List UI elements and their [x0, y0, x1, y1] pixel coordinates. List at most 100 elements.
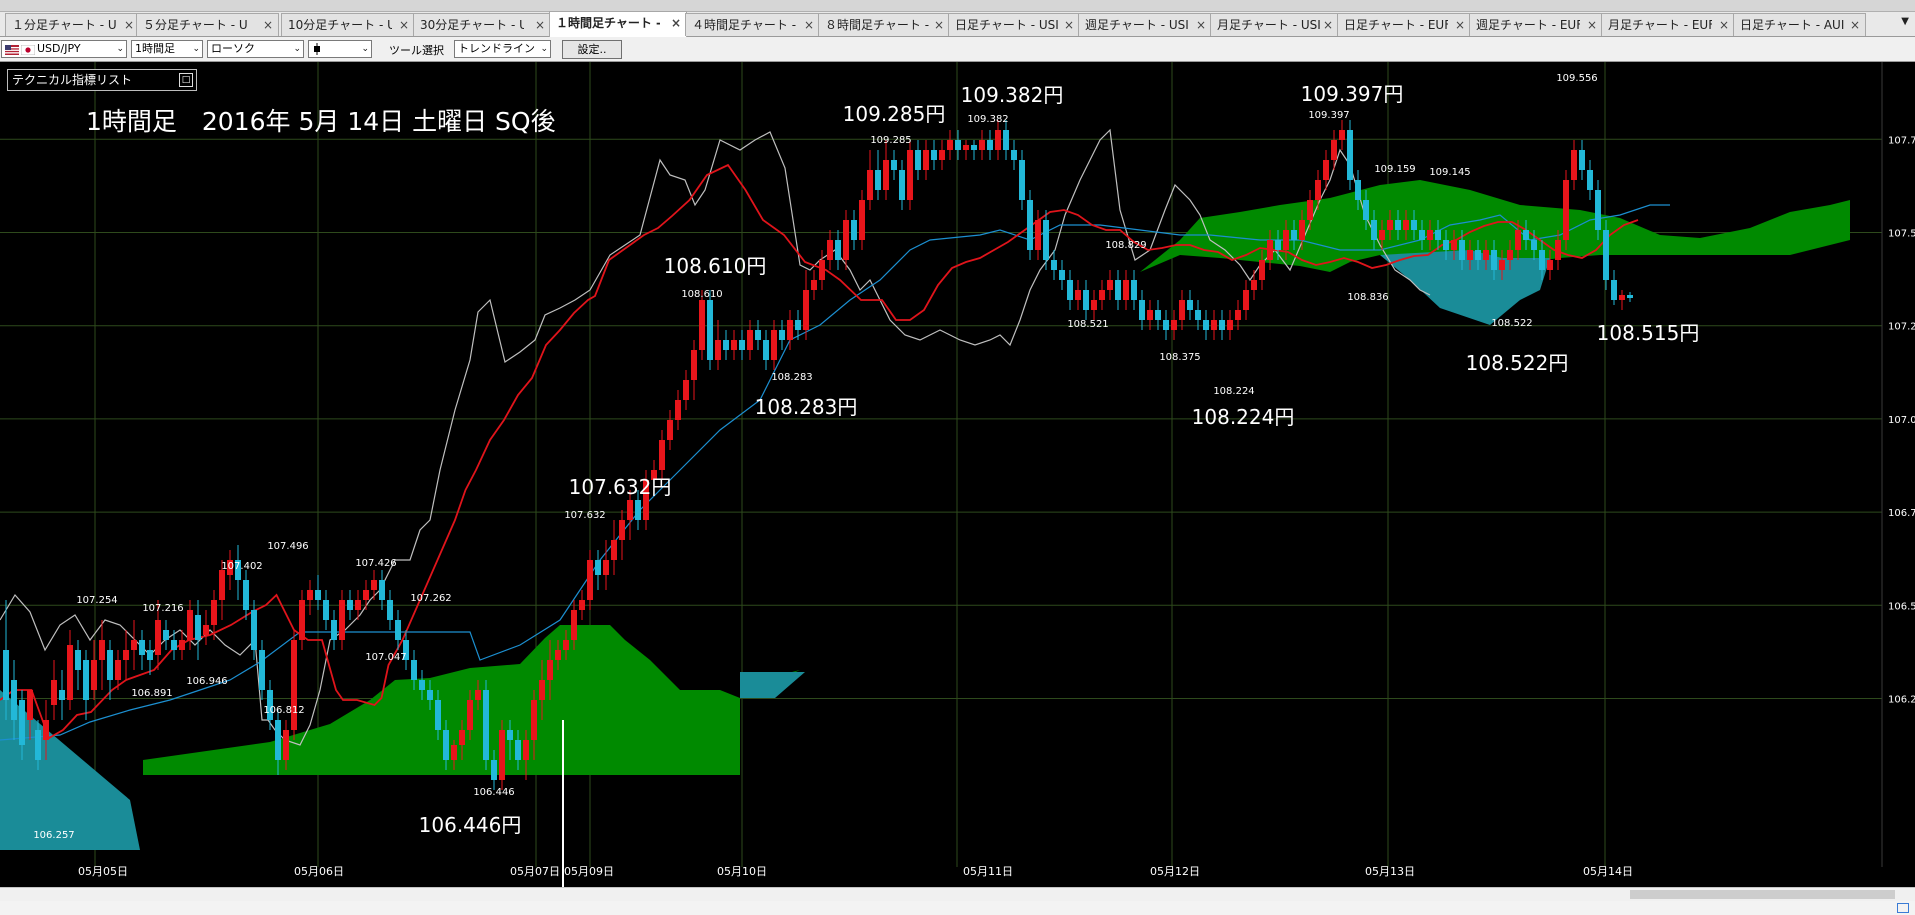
timeframe-select[interactable]: 1時間足 ⌄ — [131, 40, 203, 58]
candle-down — [331, 620, 337, 640]
candle-up — [467, 700, 473, 730]
candle-up — [715, 340, 721, 360]
price-label-small: 108.610 — [681, 289, 722, 300]
close-icon[interactable]: × — [1064, 14, 1074, 36]
candle-down — [1131, 280, 1137, 300]
candle-up — [67, 645, 73, 700]
close-icon[interactable]: × — [399, 14, 409, 36]
candle-style-select[interactable]: ⌄ — [308, 40, 372, 58]
candle-down — [955, 140, 961, 150]
candle-up — [1403, 220, 1409, 230]
close-icon[interactable]: × — [1455, 14, 1465, 36]
candle-down — [1595, 190, 1601, 230]
chart-tab[interactable]: 月足チャート - EUF × — [1601, 13, 1735, 36]
candle-up — [867, 170, 873, 200]
chart-tab[interactable]: 10分足チャート - U × — [281, 13, 415, 36]
candle-up — [1515, 230, 1521, 250]
candle-down — [1627, 295, 1633, 298]
y-tick-label: 107.75 — [1888, 135, 1915, 146]
close-icon[interactable]: × — [1196, 14, 1206, 36]
price-label-small: 108.836 — [1347, 292, 1388, 303]
horizontal-scrollbar[interactable] — [0, 887, 1915, 901]
tab-active[interactable]: １時間足チャート - × — [549, 11, 687, 37]
scrollbar-thumb[interactable] — [1630, 890, 1895, 899]
chart-tab[interactable]: 月足チャート - USI × — [1210, 13, 1339, 36]
candle-up — [1035, 220, 1041, 250]
price-label-small: 109.285 — [870, 135, 911, 146]
close-icon[interactable]: × — [1323, 14, 1333, 36]
chart-type-select[interactable]: ローソク ⌄ — [207, 40, 304, 58]
price-label-small: 109.145 — [1429, 167, 1470, 178]
candle-up — [667, 420, 673, 440]
close-icon[interactable]: × — [671, 12, 681, 34]
candle-down — [483, 690, 489, 760]
close-icon[interactable]: × — [1587, 14, 1597, 36]
close-icon[interactable]: × — [1850, 14, 1860, 36]
candle-up — [819, 260, 825, 280]
candle-down — [515, 740, 521, 760]
candle-down — [1355, 180, 1361, 200]
candle-down — [1443, 240, 1449, 250]
candle-up — [1099, 290, 1105, 300]
price-label-large: 109.397円 — [1301, 82, 1404, 106]
price-label-small: 107.216 — [142, 603, 183, 614]
candle-down — [163, 630, 169, 640]
candle-down — [971, 145, 977, 150]
candle-down — [1603, 230, 1609, 280]
timeframe-value: 1時間足 — [135, 42, 175, 55]
candle-down — [1155, 310, 1161, 320]
resize-grip-icon[interactable] — [1897, 903, 1909, 913]
candle-up — [299, 600, 305, 640]
close-icon[interactable]: × — [535, 14, 545, 36]
chevron-down-icon: ⌄ — [361, 44, 369, 54]
chart-type-value: ローソク — [211, 42, 255, 55]
chart-tab[interactable]: ８時間足チャート - × — [818, 13, 950, 36]
settings-button[interactable]: 設定.. — [562, 40, 622, 59]
chart-tab[interactable]: 日足チャート - USI × — [948, 13, 1080, 36]
close-icon[interactable]: × — [804, 14, 814, 36]
close-icon[interactable]: × — [1719, 14, 1729, 36]
candle-down — [491, 760, 497, 780]
candle-up — [1483, 250, 1489, 260]
tab-label: 週足チャート - EUF — [1476, 18, 1580, 32]
candle-down — [315, 590, 321, 600]
tab-overflow-button[interactable]: ▼ — [1901, 16, 1909, 27]
candle-up — [307, 590, 313, 600]
drawing-tool-select[interactable]: トレンドライン ⌄ — [454, 40, 551, 58]
chart-tab[interactable]: 日足チャート - EUF × — [1337, 13, 1471, 36]
close-icon[interactable]: × — [124, 14, 134, 36]
candle-up — [1323, 160, 1329, 180]
chart-area[interactable]: 109.50109.25109.00108.75108.50108.25108.… — [0, 62, 1915, 887]
chart-tab[interactable]: １分足チャート - U × — [5, 13, 140, 36]
x-tick-label: 05月12日 — [1150, 865, 1200, 878]
candle-up — [283, 730, 289, 760]
tab-label: 日足チャート - EUF — [1344, 18, 1448, 32]
chart-tab[interactable]: 30分足チャート - U × — [413, 13, 551, 36]
chart-tab[interactable]: 日足チャート - AUI × — [1733, 13, 1866, 36]
chart-tab[interactable]: ５分足チャート - U × — [136, 13, 279, 36]
chart-tab[interactable]: 週足チャート - USI × — [1078, 13, 1212, 36]
ichimoku-chart[interactable]: 109.50109.25109.00108.75108.50108.25108.… — [0, 62, 1915, 887]
candle-down — [1027, 200, 1033, 250]
tab-label: 週足チャート - USI — [1085, 18, 1189, 32]
candle-down — [35, 730, 41, 760]
x-tick-label: 05月06日 — [294, 865, 344, 878]
price-label-large: 109.382円 — [961, 83, 1064, 107]
chart-tab[interactable]: 週足チャート - EUF × — [1469, 13, 1603, 36]
tab-label: ８時間足チャート - — [825, 18, 929, 32]
symbol-select[interactable]: USD/JPY ⌄ — [1, 40, 127, 58]
close-icon[interactable]: × — [934, 14, 944, 36]
candle-down — [347, 600, 353, 610]
chart-tab[interactable]: ４時間足チャート - × — [685, 13, 820, 36]
price-label-small: 107.632 — [564, 510, 605, 521]
candle-up — [1243, 290, 1249, 310]
candle-down — [1163, 320, 1169, 330]
candle-down — [1363, 200, 1369, 220]
x-tick-label: 05月11日 — [963, 865, 1013, 878]
tab-label: 日足チャート - USI — [955, 18, 1059, 32]
indicator-list-panel[interactable]: テクニカル指標リスト □ — [7, 69, 197, 91]
candle-down — [411, 660, 417, 680]
close-icon[interactable]: × — [263, 14, 273, 36]
candle-up — [1467, 250, 1473, 260]
collapse-icon[interactable]: □ — [179, 73, 193, 87]
